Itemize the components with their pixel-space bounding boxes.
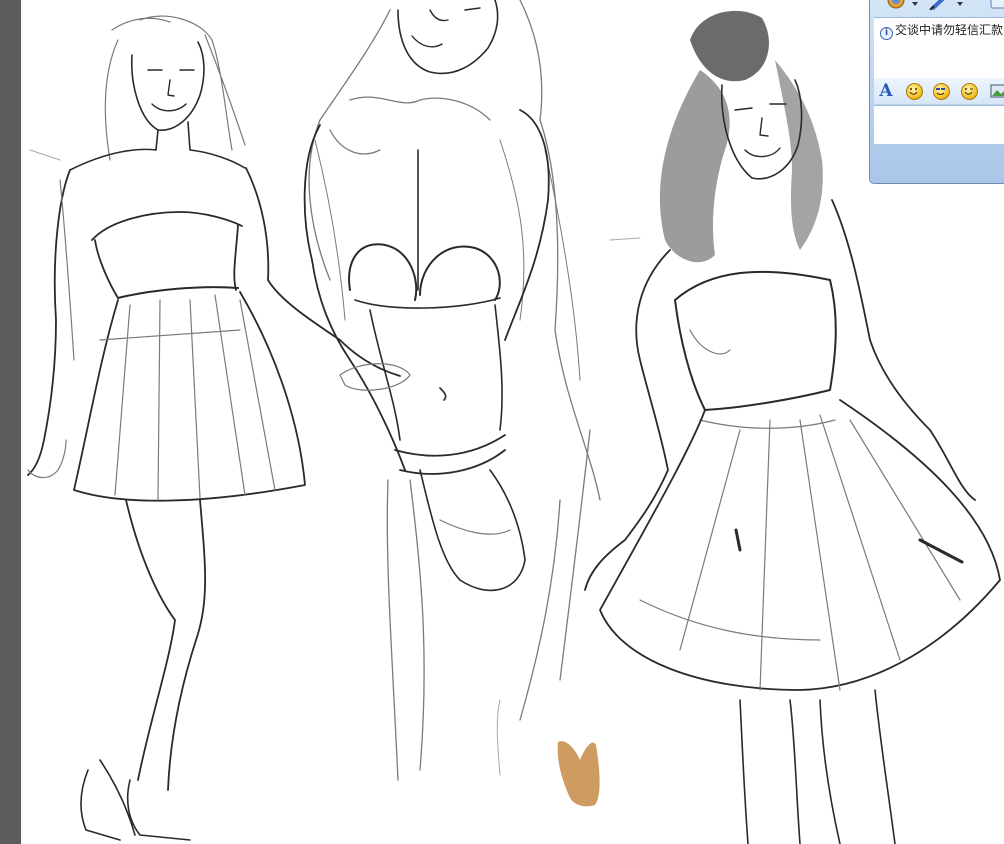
webcam-icon[interactable] (886, 0, 908, 15)
dropdown-arrow-icon[interactable] (956, 0, 964, 15)
font-icon[interactable]: A (876, 81, 896, 101)
chat-format-bar: A (874, 78, 1004, 104)
security-notice: i 交谈中请勿轻信汇款 (880, 22, 1003, 40)
app-window-left-edge (0, 0, 21, 844)
figure-left-sketch (27, 15, 401, 841)
chat-window[interactable]: i 交谈中请勿轻信汇款 A (869, 0, 1004, 184)
pen-tool-icon[interactable] (928, 0, 952, 15)
brush-color-swatch (557, 741, 600, 807)
image-icon[interactable] (988, 81, 1004, 101)
sketch-artwork (27, 0, 1001, 844)
magic-emoticon-icon[interactable] (931, 81, 951, 101)
wink-emoticon-icon[interactable] (959, 81, 979, 101)
chat-input-area[interactable] (874, 105, 1004, 144)
window-icon[interactable] (990, 0, 1004, 15)
drawing-canvas[interactable] (21, 0, 1004, 844)
emoticon-icon[interactable] (904, 81, 924, 101)
security-notice-text: 交谈中请勿轻信汇款 (895, 23, 1004, 37)
figure-center-sketch (303, 0, 601, 781)
info-icon: i (880, 27, 893, 40)
chat-message-area[interactable]: i 交谈中请勿轻信汇款 (874, 17, 1004, 79)
dropdown-arrow-icon[interactable] (911, 0, 919, 15)
